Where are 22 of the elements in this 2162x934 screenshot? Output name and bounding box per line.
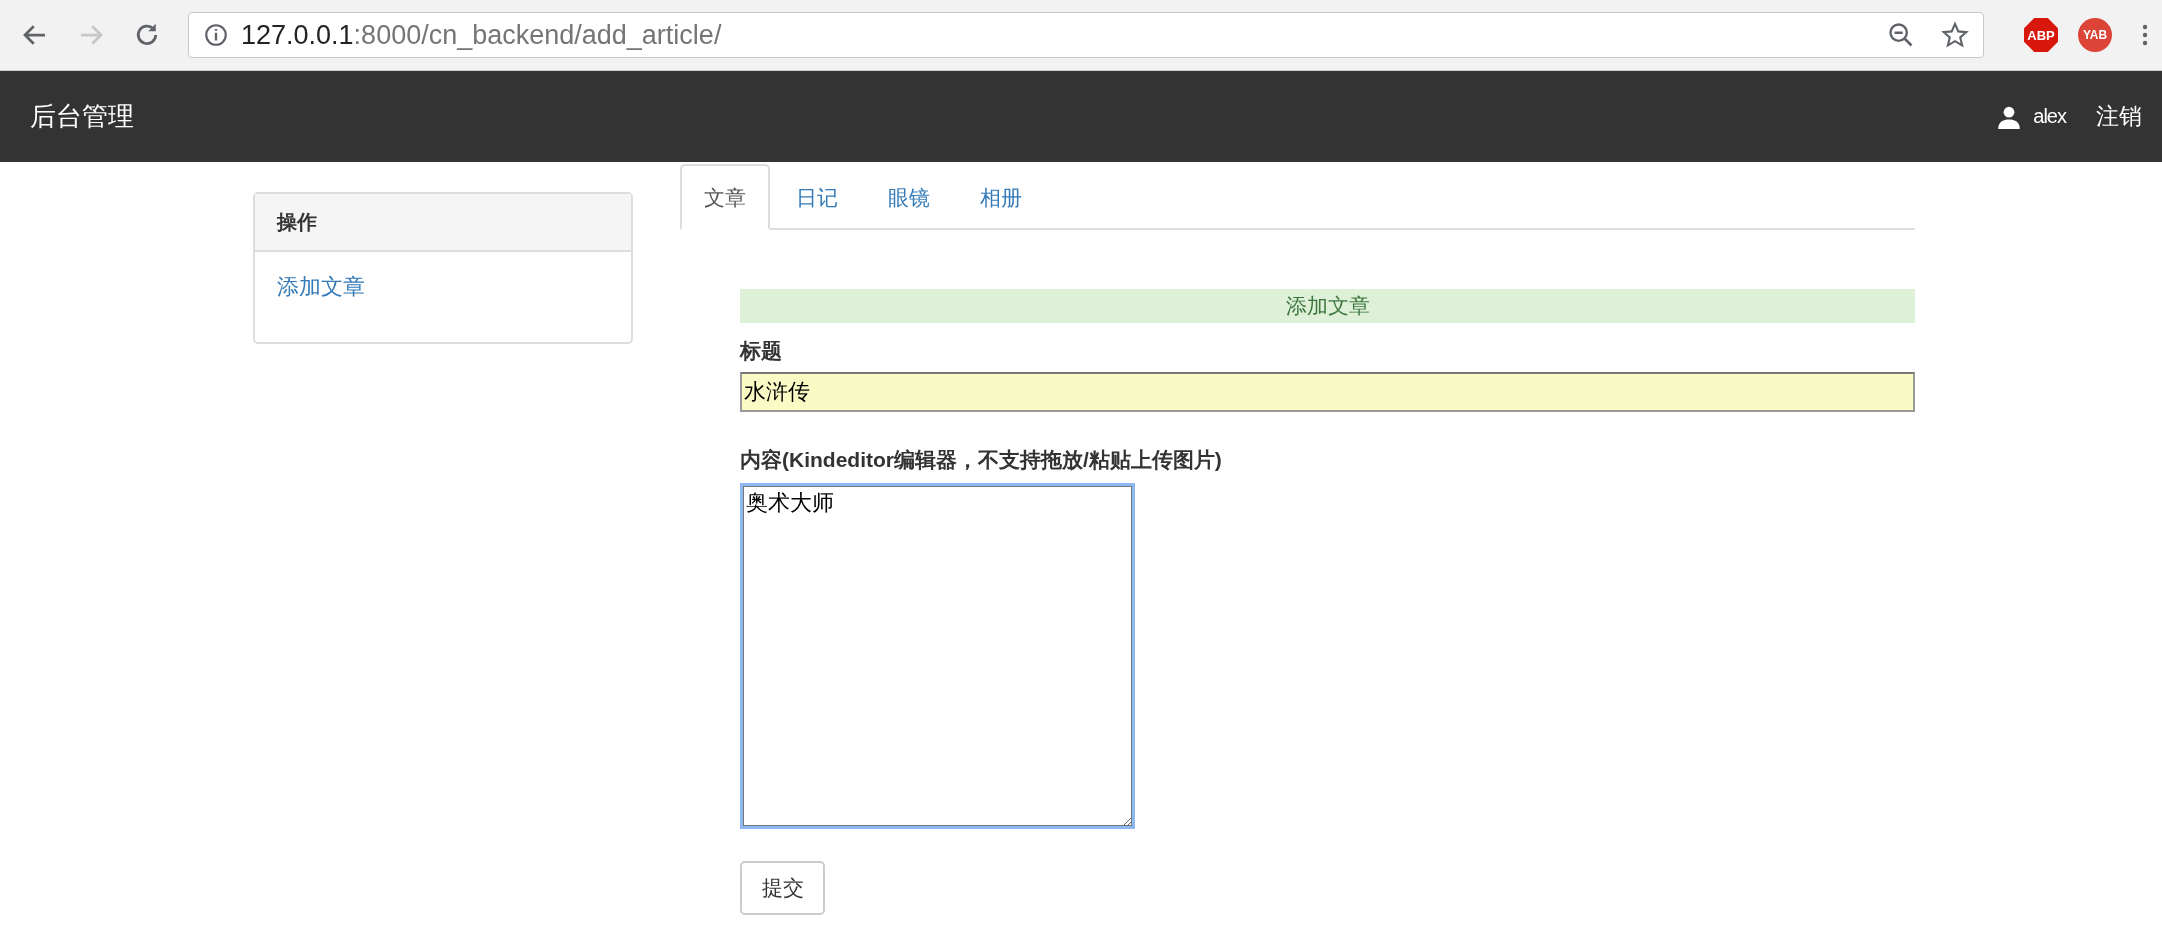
tab[interactable]: 文章 [680,164,770,230]
menu-icon[interactable] [2142,22,2148,48]
tab[interactable]: 眼镜 [864,164,954,230]
info-icon[interactable] [203,22,229,48]
sidebar-link[interactable]: 添加文章 [277,274,365,299]
content-field[interactable]: 奥术大师 [740,483,1135,829]
star-icon[interactable] [1941,21,1969,49]
extension-button[interactable]: ABP [2024,18,2058,52]
submit-button[interactable]: 提交 [740,861,825,915]
field-label: 标题 [740,338,783,364]
title-field[interactable]: 水浒传 [740,372,1915,412]
user-link[interactable]: alex [2033,105,2066,128]
logout-link[interactable]: 注销 [2096,101,2142,132]
panel-heading: 操作 [255,194,631,252]
user-icon [1997,104,2022,129]
field-label: 内容(Kindeditor编辑器，不支持拖放/粘贴上传图片) [740,447,1223,473]
form-banner: 添加文章 [740,289,1915,323]
tab[interactable]: 相册 [956,164,1046,230]
extension-button[interactable]: YAB [2078,18,2112,52]
tab[interactable]: 日记 [772,164,862,230]
brand-link[interactable]: 后台管理 [30,99,134,134]
zoom-out-icon[interactable] [1887,21,1915,49]
